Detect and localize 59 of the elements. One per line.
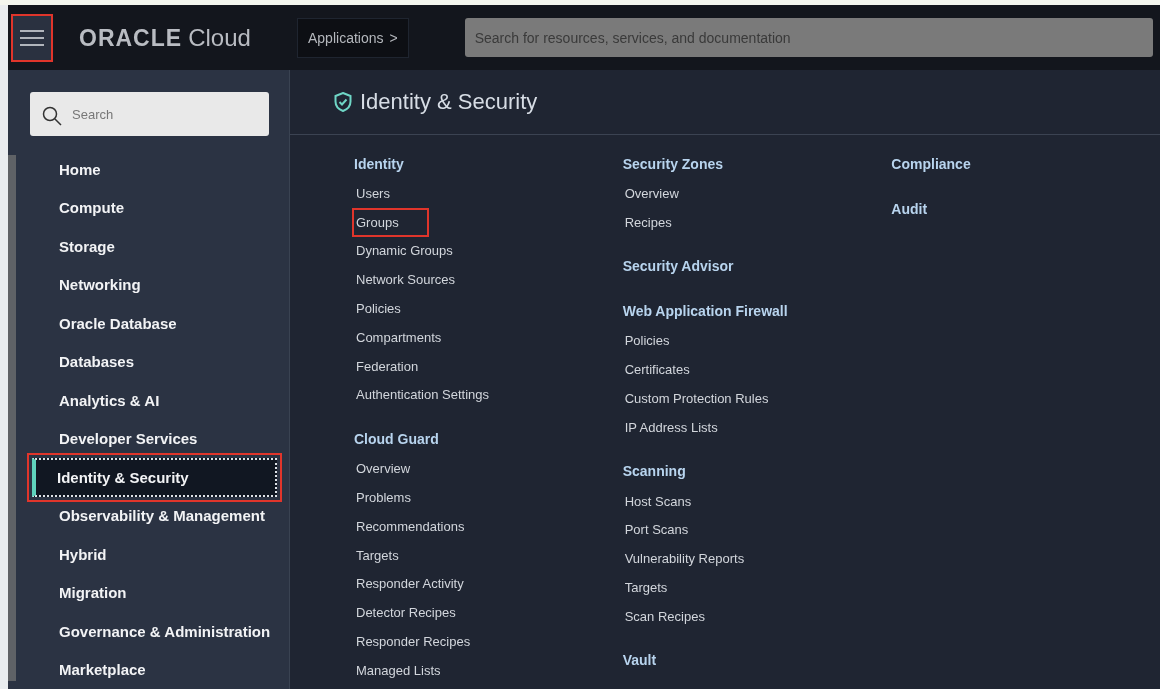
sidebar-search-field[interactable]: Search xyxy=(30,92,269,136)
menu-link[interactable]: Custom Protection Rules xyxy=(620,384,773,413)
shield-icon xyxy=(334,92,352,112)
sidebar-item[interactable]: Storage xyxy=(32,227,277,266)
search-field[interactable]: Search for resources, services, and documentation xyxy=(464,18,1153,57)
menu-link[interactable]: Port Scans xyxy=(620,515,693,545)
menu-link[interactable]: Policies xyxy=(620,326,674,356)
menu-link[interactable]: Network Sources xyxy=(352,265,459,295)
section-heading[interactable]: Audit xyxy=(891,193,928,224)
scrollbar[interactable] xyxy=(8,155,16,681)
section-heading[interactable]: Identity xyxy=(354,148,404,179)
menu-link[interactable]: Federation xyxy=(352,351,423,381)
menu-link[interactable]: Overview xyxy=(352,454,415,484)
menu-link[interactable]: Overview xyxy=(620,179,683,208)
menu-link[interactable]: Vulnerability Reports xyxy=(620,544,749,574)
menu-link[interactable]: Policies xyxy=(352,294,405,323)
menu-link[interactable]: IP Address Lists xyxy=(620,413,722,442)
menu-link[interactable]: Compartments xyxy=(352,323,446,352)
sidebar-item[interactable]: Hybrid xyxy=(32,535,277,574)
section-heading[interactable]: Web Application Firewall xyxy=(622,295,788,327)
section-heading[interactable]: Compliance xyxy=(891,148,971,179)
menu-icon xyxy=(20,28,44,47)
sidebar-item[interactable]: Analytics & AI xyxy=(32,381,277,420)
sidebar-item[interactable]: Migration xyxy=(32,573,277,612)
logo-text: ORACLE xyxy=(79,24,183,52)
section-heading[interactable]: Security Zones xyxy=(622,148,724,179)
menu-link[interactable]: Scan Recipes xyxy=(620,601,709,631)
section-heading[interactable]: Scanning xyxy=(622,455,686,487)
sidebar-item[interactable]: Observability & Management xyxy=(32,496,277,535)
menu-link[interactable]: Targets xyxy=(620,573,672,602)
sidebar-item[interactable]: Marketplace xyxy=(32,650,277,689)
menu-link[interactable]: Host Scans xyxy=(620,486,696,516)
sidebar-item[interactable]: Oracle Database xyxy=(32,304,277,343)
page-title: Identity & Security xyxy=(360,89,538,115)
menu-link[interactable]: Groups xyxy=(352,207,429,237)
menu-link[interactable]: Problems xyxy=(352,483,415,512)
menu-link[interactable]: Recipes xyxy=(620,207,676,237)
menu-link[interactable]: Managed Lists xyxy=(352,655,445,685)
section-heading[interactable]: Security Advisor xyxy=(622,250,734,282)
menu-link[interactable]: Responder Activity xyxy=(352,569,468,599)
menu-link[interactable]: Dynamic Groups xyxy=(352,236,457,266)
sidebar-item[interactable]: Home xyxy=(32,150,277,189)
sidebar-item[interactable]: Developer Services xyxy=(32,419,277,458)
sidebar-item[interactable]: Networking xyxy=(32,265,277,304)
sidebar-item[interactable]: Governance & Administration xyxy=(32,612,277,651)
menu-link[interactable]: Authentication Settings xyxy=(352,380,493,410)
menu-link[interactable]: Detector Recipes xyxy=(352,598,460,628)
menu-link[interactable]: Users xyxy=(352,179,394,208)
sidebar-item[interactable]: Databases xyxy=(32,342,277,381)
menu-link[interactable]: Certificates xyxy=(620,355,694,385)
menu-link[interactable]: Responder Recipes xyxy=(352,627,475,656)
applications-button[interactable]: Applications > xyxy=(297,17,409,58)
section-heading[interactable]: Vault xyxy=(622,644,657,676)
menu-link[interactable]: Recommendations xyxy=(352,511,469,541)
section-heading[interactable]: Cloud Guard xyxy=(354,423,439,455)
menu-button[interactable] xyxy=(11,13,53,62)
sidebar-item[interactable]: Compute xyxy=(32,188,277,227)
menu-link[interactable]: Targets xyxy=(352,540,403,570)
product-name: Cloud xyxy=(188,23,251,52)
